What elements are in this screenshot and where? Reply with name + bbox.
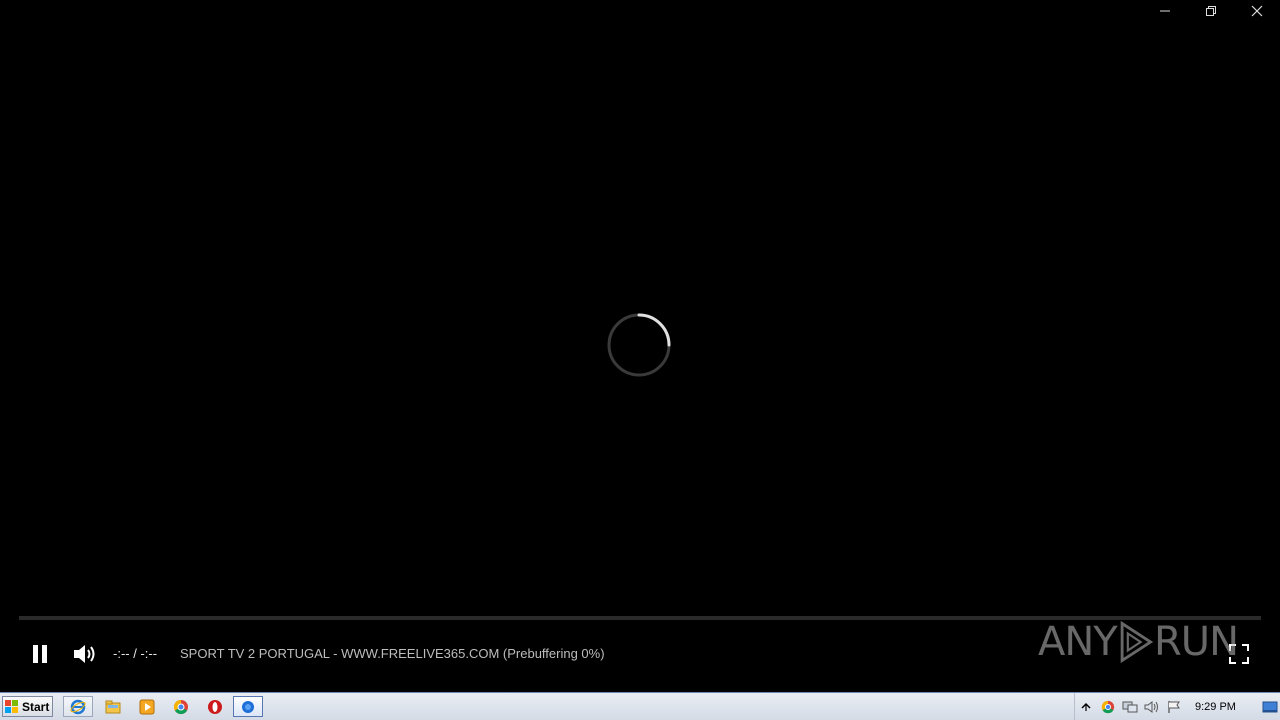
restore-button[interactable] [1188,0,1234,22]
windows-logo-icon [5,699,18,713]
taskbar-active-app[interactable] [233,696,263,717]
watermark-text-left: ANY [1038,619,1118,665]
close-button[interactable] [1234,0,1280,22]
watermark-text-right: RUN [1154,619,1239,665]
play-triangle-logo-icon [1120,620,1153,664]
file-explorer-icon [105,700,121,713]
internet-explorer-icon [70,699,86,714]
speaker-icon [1144,700,1158,713]
loading-spinner [607,313,671,377]
taskbar-internet-explorer[interactable] [63,696,93,717]
action-center-flag-icon [1168,700,1180,713]
chrome-icon [173,699,188,714]
taskbar-clock[interactable]: 9:29 PM [1195,701,1236,713]
player-window: -:-- / -:-- SPORT TV 2 PORTUGAL - WWW.FR… [0,0,1280,720]
show-hidden-icons-button[interactable] [1075,697,1097,717]
minimize-button[interactable] [1142,0,1188,22]
tray-network[interactable] [1119,697,1141,717]
show-desktop-icon [1262,701,1278,712]
chrome-tray-icon [1101,700,1115,713]
taskbar-chrome[interactable] [166,696,196,717]
window-controls [1142,0,1280,22]
taskbar-file-explorer[interactable] [98,696,128,717]
close-icon [1251,5,1263,17]
tray-chrome[interactable] [1097,697,1119,717]
pause-icon[interactable] [31,644,49,664]
chevron-up-icon [1081,702,1091,711]
tray-volume[interactable] [1141,697,1163,717]
stream-title: SPORT TV 2 PORTUGAL - WWW.FREELIVE365.CO… [180,646,605,661]
system-tray: 9:29 PM [1074,693,1280,720]
volume-icon[interactable] [72,642,98,666]
active-app-icon [242,700,254,713]
anyrun-watermark: ANY RUN [1038,612,1239,672]
tray-action-center[interactable] [1163,697,1185,717]
taskbar: Start 9:29 PM [0,692,1280,720]
show-desktop-button[interactable] [1260,693,1280,720]
time-display: -:-- / -:-- [113,646,158,661]
media-player-icon [139,699,155,714]
start-label: Start [22,699,50,714]
network-icon [1122,701,1138,712]
opera-icon [208,699,222,714]
taskbar-opera[interactable] [200,696,230,717]
restore-icon [1206,6,1216,16]
minimize-icon [1160,10,1170,12]
taskbar-media-player[interactable] [132,696,162,717]
start-button[interactable]: Start [2,696,53,717]
